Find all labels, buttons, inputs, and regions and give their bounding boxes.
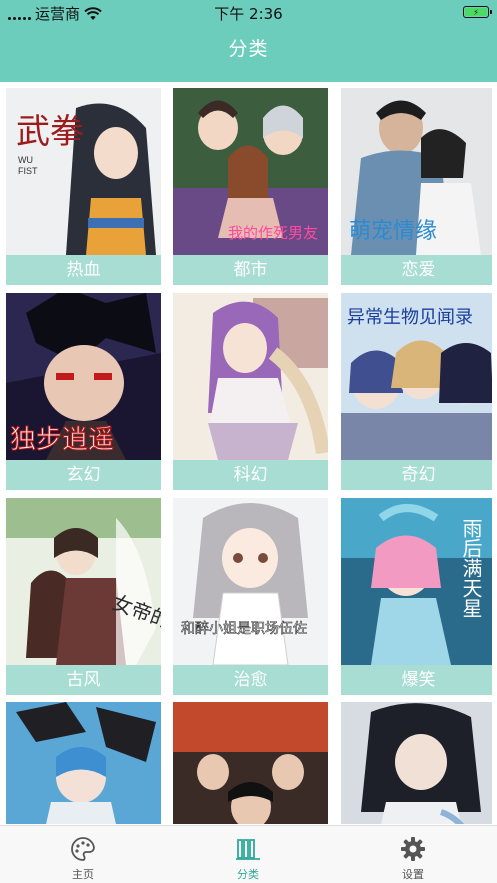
- header-bar: 运营商 下午 2:36 ⚡ 分类: [0, 0, 497, 82]
- tab-label: 设置: [402, 868, 424, 881]
- cute-girl-cover[interactable]: 和醉小姐是职场伍佐: [173, 498, 328, 665]
- status-time: 下午 2:36: [214, 5, 283, 23]
- romance-photo-cover[interactable]: 萌宠情缘: [341, 88, 492, 255]
- category-card-kehuan[interactable]: 科幻: [173, 293, 328, 490]
- svg-text:FIST: FIST: [18, 166, 38, 176]
- tab-label: 主页: [72, 868, 94, 881]
- ancient-couple-cover[interactable]: 女帝的后宫: [6, 498, 161, 665]
- category-label[interactable]: 奇幻: [341, 460, 492, 490]
- strange-creatures-cover[interactable]: 异常生物见闻录: [341, 293, 492, 460]
- category-label[interactable]: 都市: [173, 255, 328, 285]
- svg-text:WU: WU: [18, 155, 33, 165]
- category-label[interactable]: 爆笑: [341, 665, 492, 695]
- page-title: 分类: [228, 38, 269, 60]
- category-card-lianai[interactable]: 萌宠情缘 恋爱: [341, 88, 492, 285]
- category-card-rexue[interactable]: 武拳 WU FIST 热血: [6, 88, 161, 285]
- status-bar: 运营商 下午 2:36 ⚡: [0, 0, 497, 24]
- tab-category[interactable]: 分类: [188, 826, 308, 883]
- category-label[interactable]: 科幻: [173, 460, 328, 490]
- category-card-10[interactable]: [6, 702, 161, 824]
- battery-icon: ⚡: [463, 6, 492, 18]
- wu-fist-comic-cover[interactable]: 武拳 WU FIST: [6, 88, 161, 255]
- category-label[interactable]: 古风: [6, 665, 161, 695]
- category-label[interactable]: 恋爱: [341, 255, 492, 285]
- dark-hero-comic-cover[interactable]: 独步逍遥: [6, 293, 161, 460]
- svg-text:独步逍遥: 独步逍遥: [10, 425, 114, 455]
- tab-settings[interactable]: 设置: [353, 826, 473, 883]
- category-card-gufeng[interactable]: 女帝的后宫 古风: [6, 498, 161, 695]
- palette-icon: [71, 837, 95, 861]
- dark-hair-girl-cover[interactable]: [341, 702, 492, 824]
- purple-hair-girl-cover[interactable]: [173, 293, 328, 460]
- svg-text:武拳: 武拳: [16, 113, 84, 151]
- tab-bar: 主页 分类 设置: [0, 825, 497, 883]
- books-icon: [236, 839, 260, 860]
- blue-hair-boy-cover[interactable]: [6, 702, 161, 824]
- category-label[interactable]: 治愈: [173, 665, 328, 695]
- category-grid[interactable]: 武拳 WU FIST 热血 我的作死男友 都市 萌宠情缘 恋爱 独步逍遥 玄幻 …: [6, 88, 492, 824]
- category-label[interactable]: 热血: [6, 255, 161, 285]
- category-card-qihuan[interactable]: 异常生物见闻录 奇幻: [341, 293, 492, 490]
- svg-text:萌宠情缘: 萌宠情缘: [349, 219, 437, 244]
- city-couple-comic-cover[interactable]: 我的作死男友: [173, 88, 328, 255]
- tab-home[interactable]: 主页: [23, 826, 143, 883]
- category-card-11[interactable]: [173, 702, 328, 824]
- category-card-xuanhuan[interactable]: 独步逍遥 玄幻: [6, 293, 161, 490]
- category-card-baoxiao[interactable]: 雨后满天星 爆笑: [341, 498, 492, 695]
- svg-text:和醉小姐是职场伍佐: 和醉小姐是职场伍佐: [181, 621, 307, 637]
- category-card-12[interactable]: [341, 702, 492, 824]
- svg-text:雨后满天星: 雨后满天星: [459, 518, 483, 618]
- category-card-dushi[interactable]: 我的作死男友 都市: [173, 88, 328, 285]
- tab-label: 分类: [237, 868, 259, 881]
- svg-text:我的作死男友: 我的作死男友: [228, 224, 318, 242]
- category-card-zhiyu[interactable]: 和醉小姐是职场伍佐 治愈: [173, 498, 328, 695]
- group-fight-cover[interactable]: [173, 702, 328, 824]
- gear-icon: [401, 837, 425, 861]
- svg-text:异常生物见闻录: 异常生物见闻录: [347, 307, 473, 328]
- category-label[interactable]: 玄幻: [6, 460, 161, 490]
- pink-hair-girl-cover[interactable]: 雨后满天星: [341, 498, 492, 665]
